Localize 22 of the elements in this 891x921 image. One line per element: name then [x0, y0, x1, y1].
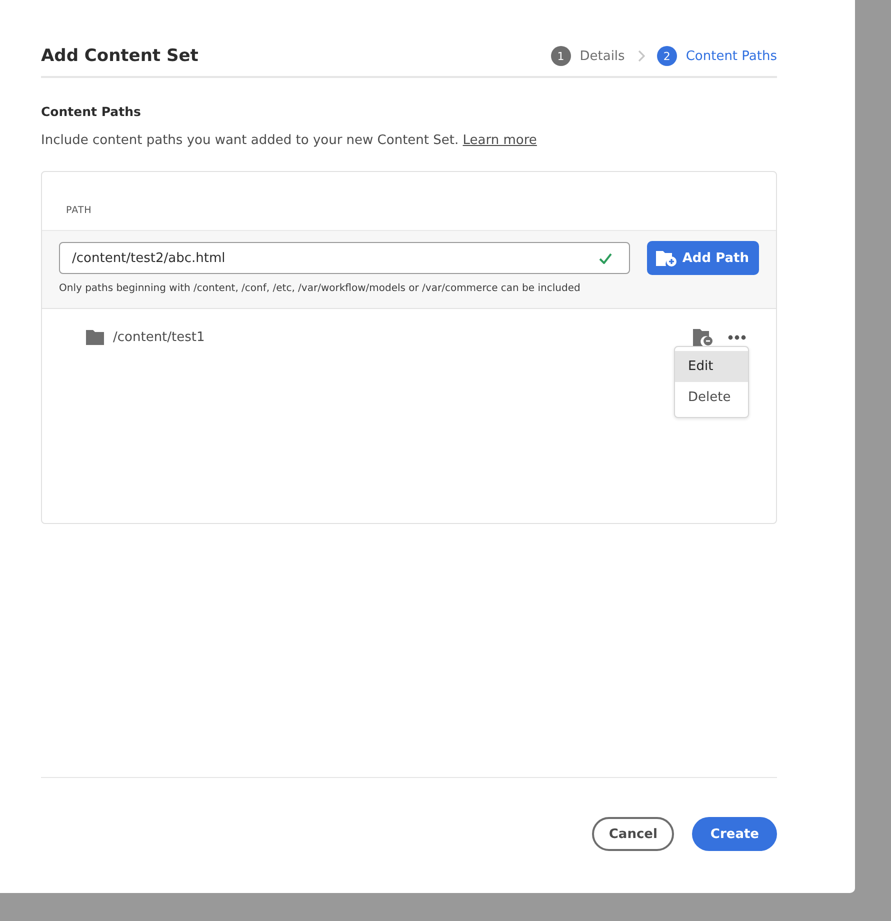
add-path-button[interactable]: Add Path: [647, 241, 759, 275]
folder-icon: [86, 330, 104, 345]
step-label[interactable]: Details: [580, 48, 625, 64]
more-icon[interactable]: [728, 335, 746, 340]
help-text: Only paths beginning with /content, /conf, /etc, /var/workflow/models or /var/commerce can be included: [59, 283, 582, 294]
folder-remove-icon[interactable]: [693, 329, 713, 346]
section-heading: Content Paths: [41, 104, 142, 119]
path-input-field[interactable]: /content/test2/abc.html: [59, 242, 630, 274]
column-header: PATH: [65, 204, 93, 218]
menu-item[interactable]: Edit: [675, 351, 748, 382]
section-description: Include content paths you want added to your new Content Set. Learn more: [41, 133, 538, 148]
folder-add-icon: [656, 249, 678, 267]
chevron-icon: [636, 50, 645, 62]
step-number: 2: [656, 46, 677, 66]
learn-more-link[interactable]: Learn more: [462, 133, 537, 148]
step-number: 1: [550, 46, 571, 66]
path-text: /content/test1: [113, 330, 205, 345]
dialog-title: Add Content Set: [41, 46, 198, 66]
cancel-button[interactable]: Cancel: [592, 817, 674, 851]
create-button[interactable]: Create: [692, 817, 777, 851]
menu-item[interactable]: Delete: [675, 382, 748, 413]
step-label[interactable]: Content Paths: [686, 48, 777, 64]
